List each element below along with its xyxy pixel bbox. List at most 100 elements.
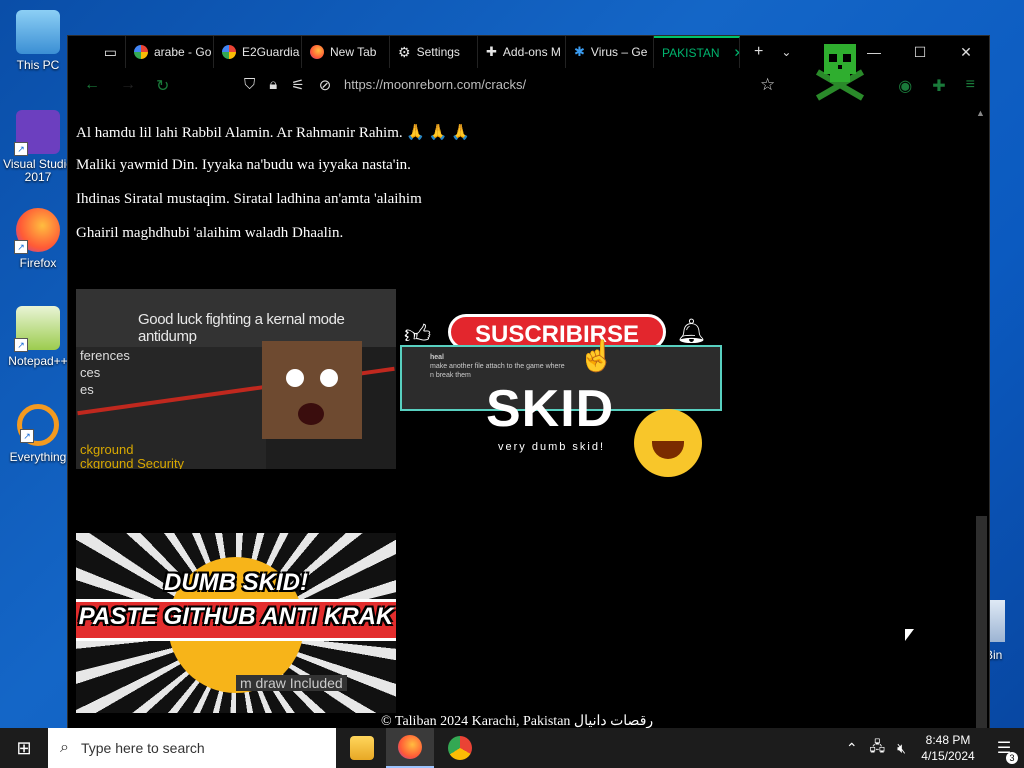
network-icon[interactable]: 🖧︎ [870,736,886,760]
eye [286,369,304,387]
extensions-icon[interactable]: ✚ [932,76,945,96]
computer-icon [16,10,60,54]
maximize-icon[interactable]: ☐ [897,36,943,68]
meme-image-kernel-antidump: Good luck fighting a kernal mode antidum… [76,289,396,469]
shocked-face-image [262,341,362,439]
account-icon[interactable]: ◉ [898,76,912,96]
clock[interactable]: 8:48 PM 4/15/2024 [912,732,984,764]
tab-bar: ▭ arabe - Go E2Guardia New Tab ⚙ Setting… [68,36,989,101]
notification-center-icon[interactable]: ☰ 3 [984,738,1024,764]
shortcut-arrow-icon: ↗ [14,338,28,352]
tab-title: PAKISTAN [662,46,720,60]
list-item: ces [80,365,101,380]
tab-new-tab[interactable]: New Tab [302,36,390,68]
taskbar-file-explorer[interactable] [338,728,386,768]
search-icon: ⌕ [60,739,69,756]
taskbar: ⊞ ⌕ ⌃ 🖧︎ 🔇︎ 8:48 PM 4/15/2024 ☰3 [0,728,1024,768]
notification-count: 3 [1006,752,1018,764]
chat-line: make another file attach to the game whe… [430,363,565,370]
taskbar-search[interactable]: ⌕ [48,728,336,768]
tab-arabe[interactable]: arabe - Go [126,36,214,68]
desktop-icon-this-pc[interactable]: This PC [2,10,74,72]
discord-header: Good luck fighting a kernal mode antidum… [76,289,396,347]
skid-title: SKID [486,380,615,438]
close-icon[interactable]: ✕ [943,36,989,68]
chat-user: heal [430,354,445,361]
menu-icon[interactable]: ≡ [966,76,975,96]
scrollbar-thumb[interactable] [976,516,987,728]
visual-studio-icon: ↗ [14,110,60,156]
prayer-line: Maliki yawmid Din. Iyyaka na'budu wa iyy… [76,157,411,173]
desktop-icon-label: This PC [16,58,60,72]
tab-list-icon: ▭ [103,43,117,60]
puzzle-icon: ✚ [486,44,497,59]
tab-overview-button[interactable]: ▭ [68,36,126,68]
forward-icon[interactable]: → [120,76,136,94]
lock-icon[interactable]: 🔒︎ [269,76,277,94]
notepad-plus-plus-icon: ↗ [14,306,60,352]
desktop-icon-label: Visual Studio 2017 [3,157,73,184]
nav-bar: ← → ↻ ⛉ 🔒︎ ⚟ ⊘ https://moonreborn.com/cr… [68,68,989,104]
prayer-line: Al hamdu lil lahi Rabbil Alamin. Ar Rahm… [76,125,470,141]
desktop-icon-label: Everything [9,450,67,464]
start-button[interactable]: ⊞ [0,728,48,768]
everything-search-icon: ↗ [17,404,59,446]
meme-image-subscribe-skid: 👍︎ SUSCRIBIRSE 🔔︎ heal make another file… [400,289,722,477]
firefox-icon [398,735,422,759]
tab-title: E2Guardia [242,45,300,59]
tab-title: Add-ons M [502,45,561,59]
mouth [298,403,324,425]
permissions-icon[interactable]: ⚟ [291,76,304,94]
skid-caption: very dumb skid! [498,441,606,453]
chevron-up-icon[interactable]: ⌃ [846,740,858,757]
tab-settings[interactable]: ⚙ Settings [390,36,478,68]
virustotal-icon: ✱ [574,44,585,59]
browser-window: ▭ arabe - Go E2Guardia New Tab ⚙ Setting… [67,35,990,729]
prayer-line: Ihdinas Siratal mustaqim. Siratal ladhin… [76,191,422,207]
tab-pakistan[interactable]: PAKISTAN ✕ [654,36,740,68]
reload-icon[interactable]: ↻ [156,76,169,96]
tracking-blocked-icon[interactable]: ⊘ [319,76,332,94]
search-input[interactable] [78,739,323,757]
tab-title: New Tab [330,45,377,59]
toolbar-right-icons: ◉ ✚ ≡ [898,76,975,96]
desktop-icon-label: Notepad++ [8,354,68,368]
address-bar[interactable]: https://moonreborn.com/cracks/ [344,77,526,92]
folder-icon [350,736,374,760]
desktop-icon-everything[interactable]: ↗ Everything [2,404,74,464]
page-scrollbar[interactable]: ▲ [973,106,989,728]
firefox-icon [310,45,324,59]
new-tab-icon[interactable]: + [754,43,763,61]
desktop-icon-visual-studio[interactable]: ↗ Visual Studio 2017 [2,110,74,184]
shortcut-arrow-icon: ↗ [14,240,28,254]
eye [320,369,338,387]
tab-virus[interactable]: ✱ Virus – Ge [566,36,654,68]
tab-actions: + ⌄ [754,43,791,61]
shortcut-arrow-icon: ↗ [20,429,34,443]
list-item: ferences [80,348,130,363]
desktop-icon-label: Firefox [19,256,57,270]
close-tab-icon[interactable]: ✕ [734,46,739,60]
bell-icon: 🔔︎ [676,318,707,345]
tab-title: arabe - Go [154,45,212,59]
tab-title: Settings [416,45,460,59]
desktop-icon-notepad-plus-plus[interactable]: ↗ Notepad++ [2,306,74,368]
header-text: Good luck fighting a kernal mode antidum… [138,311,345,345]
back-icon[interactable]: ← [84,76,100,94]
tab-e2guardian[interactable]: E2Guardia [214,36,302,68]
taskbar-firefox[interactable] [386,728,434,768]
hint-text: m draw Included [236,675,347,691]
scroll-up-icon[interactable]: ▲ [976,108,985,118]
chrome-icon [448,736,472,760]
meme-line: PASTE GITHUB ANTI KRAK [78,603,394,630]
hand-cursor-icon: ☝ [578,340,616,373]
taskbar-chrome[interactable] [436,728,484,768]
page-content: Al hamdu lil lahi Rabbil Alamin. Ar Rahm… [68,106,971,728]
tab-add-ons[interactable]: ✚ Add-ons M [478,36,566,68]
bookmark-star-icon[interactable]: ☆ [760,75,775,95]
chevron-down-icon[interactable]: ⌄ [781,45,791,59]
desktop-icon-firefox[interactable]: ↗ Firefox [2,208,74,270]
volume-muted-icon[interactable]: 🔇︎ [897,740,906,757]
laughing-emoji-icon [634,409,702,477]
shield-icon[interactable]: ⛉ [244,76,255,94]
